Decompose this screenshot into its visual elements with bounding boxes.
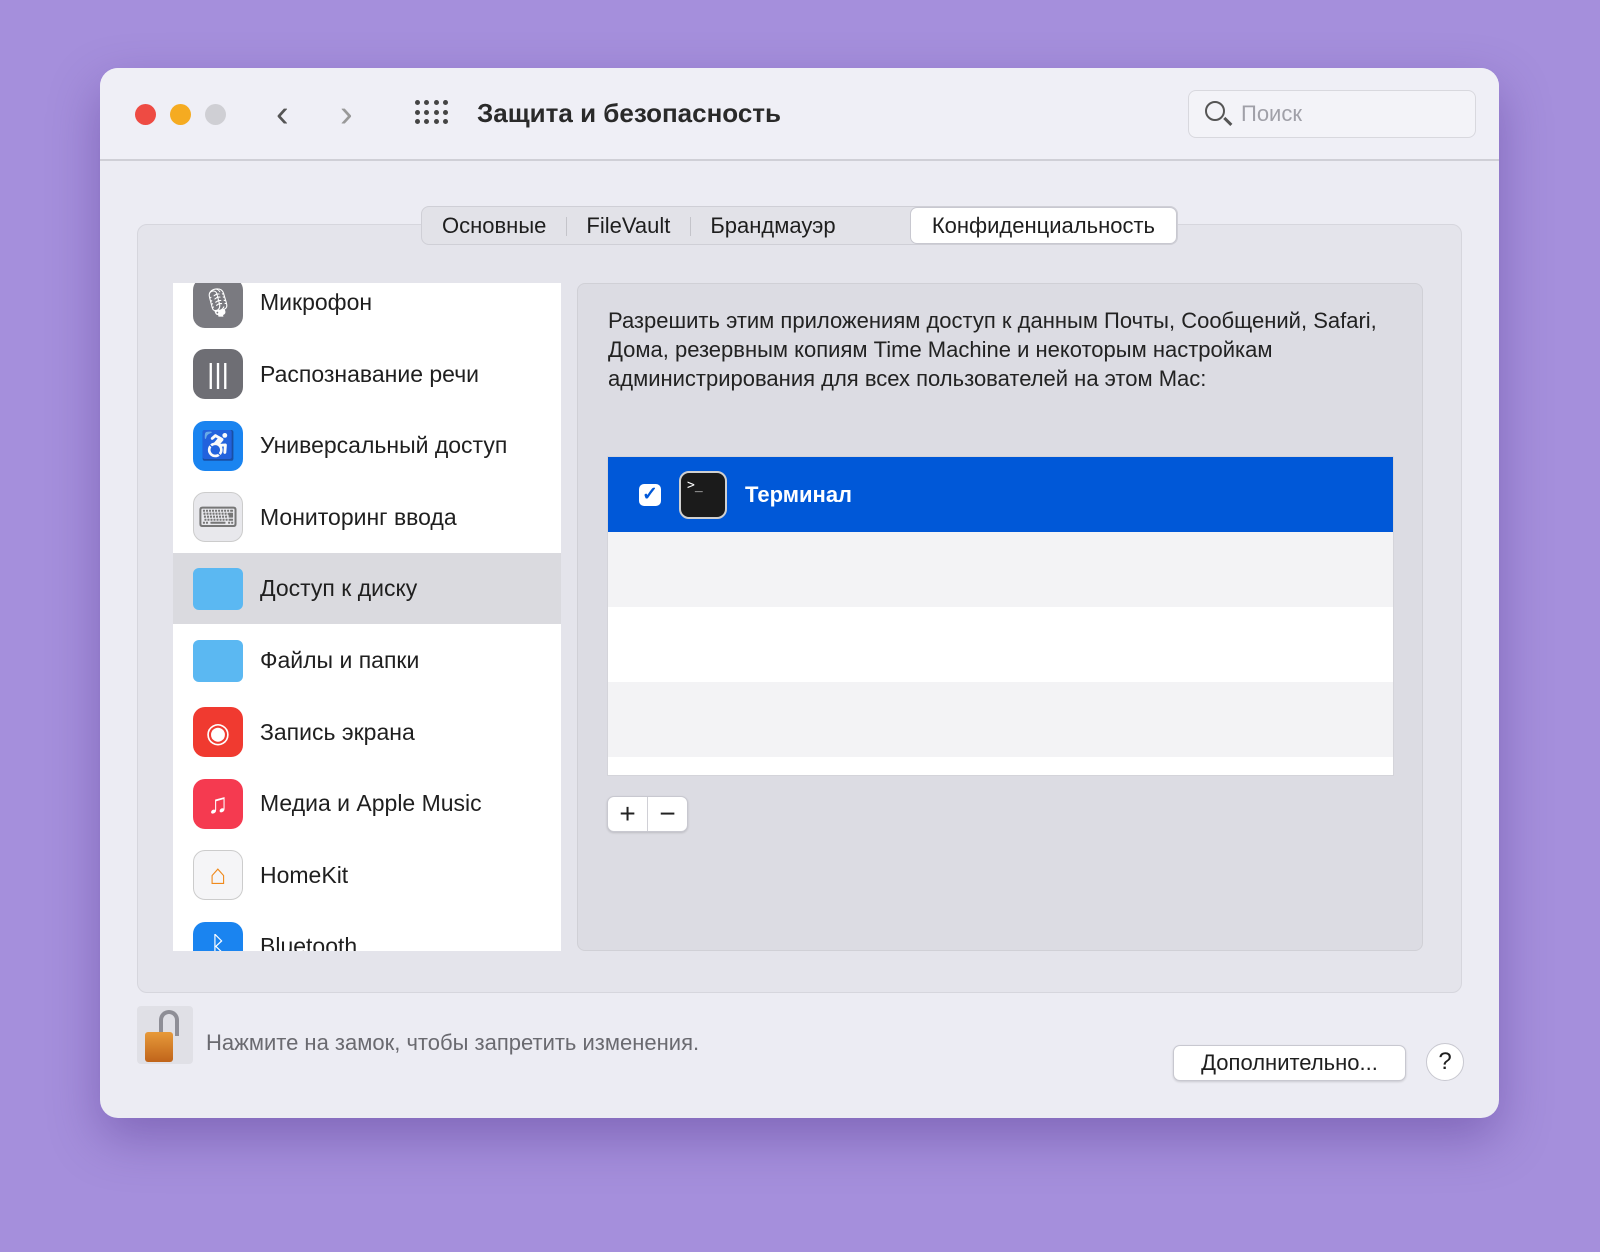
keyboard-icon: ⌨: [193, 492, 243, 543]
app-name: Терминал: [745, 481, 853, 507]
back-chevron-icon[interactable]: ‹: [276, 92, 289, 136]
app-list[interactable]: ✓ >_ Терминал: [607, 456, 1394, 776]
show-all-grid-icon[interactable]: [415, 100, 449, 126]
empty-row: [608, 682, 1393, 757]
add-button[interactable]: +: [608, 797, 647, 831]
sidebar-item-label: Доступ к диску: [260, 575, 418, 602]
home-icon: ⌂: [193, 850, 243, 901]
preferences-window: ‹ › Защита и безопасность Основные FileV…: [100, 68, 1499, 1118]
sidebar-item[interactable]: ᛒ Bluetooth: [173, 911, 561, 951]
accessibility-icon: ♿: [193, 420, 243, 471]
sidebar-item[interactable]: ⌨ Мониторинг ввода: [173, 482, 561, 553]
sidebar-item[interactable]: 🎙 Микрофон: [173, 283, 561, 338]
folder-icon: [193, 567, 243, 610]
sidebar-item[interactable]: ◉ Запись экрана: [173, 697, 561, 768]
screen-recording-icon: ◉: [193, 707, 243, 758]
sidebar-item-label: Распознавание речи: [260, 360, 480, 387]
privacy-category-list[interactable]: 🎙 Микрофон ||| Распознавание речи ♿ Универсал…: [173, 283, 561, 951]
sidebar-item[interactable]: Файлы и папки: [173, 625, 561, 696]
folder-icon: [193, 639, 243, 682]
app-access-panel: Разрешить этим приложениям доступ к данн…: [577, 283, 1423, 951]
sidebar-item-label: Bluetooth: [260, 933, 358, 951]
sidebar-item-label: HomeKit: [260, 861, 349, 888]
speech-recognition-icon: |||: [193, 349, 243, 400]
terminal-icon: >_: [679, 470, 727, 519]
access-description: Разрешить этим приложениям доступ к данн…: [608, 308, 1377, 391]
tab-privacy[interactable]: Конфиденциальность: [909, 207, 1177, 244]
help-button[interactable]: ?: [1426, 1043, 1464, 1081]
sidebar-item[interactable]: ⌂ HomeKit: [173, 840, 561, 911]
lock-hint: Нажмите на замок, чтобы запретить измене…: [206, 1030, 700, 1055]
sidebar-item-label: Файлы и папки: [260, 647, 420, 673]
sidebar-item[interactable]: Доступ к диску: [173, 553, 561, 625]
lock-icon[interactable]: [137, 1006, 193, 1064]
empty-row: [608, 607, 1393, 682]
table-row[interactable]: ✓ >_ Терминал: [608, 457, 1393, 532]
bluetooth-icon: ᛒ: [193, 921, 243, 951]
close-button[interactable]: [135, 104, 156, 125]
zoom-button[interactable]: [205, 104, 226, 125]
forward-chevron-icon[interactable]: ›: [340, 92, 353, 136]
tab-general[interactable]: Основные: [422, 207, 566, 244]
minimize-button[interactable]: [170, 104, 191, 125]
tab-filevault[interactable]: FileVault: [566, 207, 690, 244]
sidebar-item-label: Мониторинг ввода: [260, 503, 457, 530]
add-remove-control: + −: [607, 796, 688, 832]
search-icon: [1205, 101, 1225, 121]
sidebar-item[interactable]: ||| Распознавание речи: [173, 339, 561, 410]
sidebar-item-label: Медиа и Apple Music: [260, 790, 482, 817]
sidebar-item[interactable]: ♿ Универсальный доступ: [173, 410, 561, 481]
sidebar-item-label: Универсальный доступ: [260, 432, 508, 459]
music-icon: ♫: [193, 778, 243, 829]
search-field[interactable]: [1188, 90, 1476, 138]
empty-row: [608, 532, 1393, 607]
title-bar: ‹ › Защита и безопасность: [100, 68, 1499, 161]
app-checkbox[interactable]: ✓: [639, 483, 661, 506]
sidebar-item-label: Микрофон: [260, 289, 373, 315]
window-title: Защита и безопасность: [477, 98, 782, 128]
sidebar-item[interactable]: ♫ Медиа и Apple Music: [173, 768, 561, 839]
sidebar-item-label: Запись экрана: [260, 718, 415, 745]
search-input[interactable]: [1241, 101, 1461, 127]
microphone-icon: 🎙: [193, 283, 243, 328]
remove-button[interactable]: −: [647, 797, 687, 831]
tab-firewall[interactable]: Брандмауэр: [690, 207, 855, 244]
advanced-button[interactable]: Дополнительно...: [1173, 1045, 1406, 1081]
tab-bar: Основные FileVault Брандмауэр Конфиденци…: [421, 206, 1178, 245]
